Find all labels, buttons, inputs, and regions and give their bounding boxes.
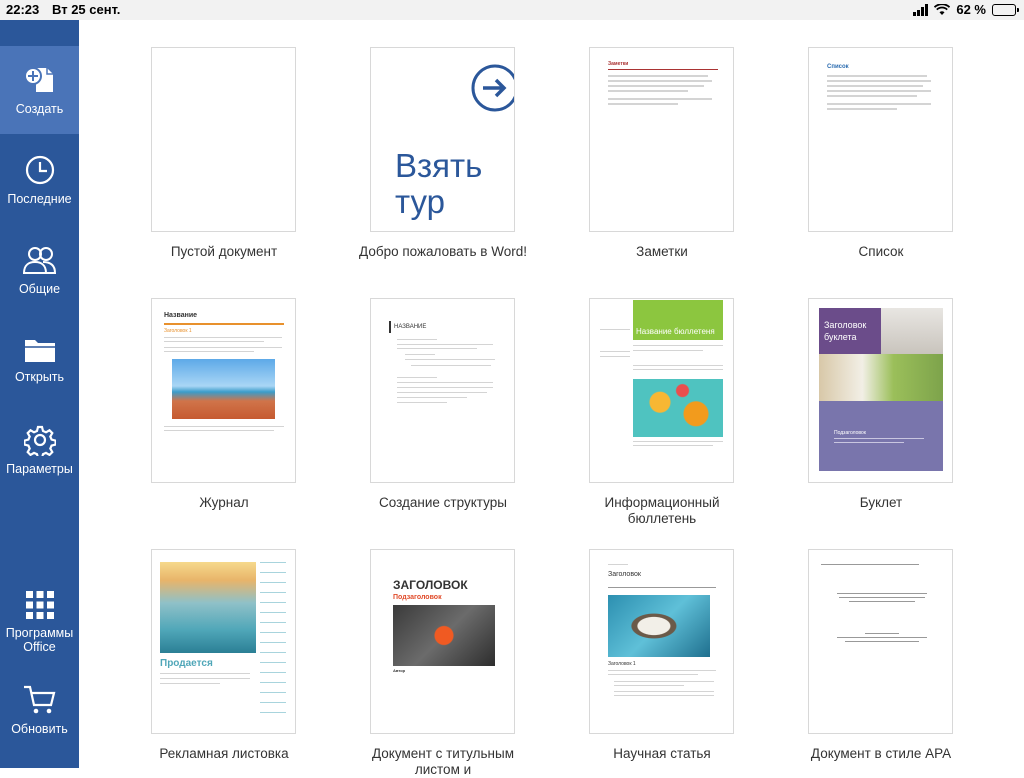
thumb-photo-boats <box>160 562 256 653</box>
sidebar-item-label: Программы Office <box>5 626 74 654</box>
template-thumbnail: Заголовок Заголовок 1 <box>589 549 734 734</box>
template-name: Информационный бюллетень <box>604 495 720 526</box>
template-thumbnail: Название Заголовок 1 <box>151 298 296 483</box>
template-thumbnail: Взять тур <box>370 47 515 232</box>
thumb-subtitle: Подзаголовок <box>834 430 866 436</box>
thumb-title: ЗАГОЛОВОК <box>393 578 468 592</box>
thumb-heading: Заголовок 1 <box>164 328 192 334</box>
new-document-icon <box>23 67 53 92</box>
sidebar-item-label: Общие <box>18 282 61 296</box>
template-name: Создание структуры <box>379 495 507 510</box>
wifi-icon <box>934 3 951 15</box>
sidebar-item-office-apps[interactable]: Программы Office <box>0 574 79 670</box>
thumb-title: Список <box>827 64 849 70</box>
gear-icon <box>23 425 56 456</box>
template-name: Научная статья <box>613 746 711 761</box>
thumb-photo-food <box>819 354 943 401</box>
apps-grid-icon <box>25 591 54 619</box>
sidebar-item-label: Параметры <box>6 462 73 476</box>
template-blank[interactable]: Пустой документ <box>151 47 296 260</box>
thumb-photo-beach <box>172 359 275 419</box>
status-time: 22:23 <box>6 2 40 17</box>
status-right: 62 % <box>913 2 1019 17</box>
template-thumbnail <box>808 549 953 734</box>
sidebar-item-open[interactable]: Открыть <box>0 316 79 404</box>
template-name: Журнал <box>199 495 249 510</box>
template-name: Список <box>858 244 904 259</box>
template-name: Документ с титульным листом и <box>371 746 514 777</box>
sidebar-item-label: Последние <box>7 192 72 206</box>
sidebar-item-label: Создать <box>15 102 64 116</box>
thumb-title: Заголовок буклета <box>824 320 867 342</box>
template-booklet[interactable]: Заголовок буклета Подзаголовок Буклет <box>808 298 953 511</box>
thumb-photo-leaf <box>393 605 495 666</box>
sidebar-item-shared[interactable]: Общие <box>0 226 79 314</box>
thumb-title: Название бюллетеня <box>636 327 715 336</box>
sidebar: Создать Последние Общие Открыть Параметр… <box>0 20 79 768</box>
clock-icon <box>25 155 54 185</box>
template-thumbnail: НАЗВАНИЕ <box>370 298 515 483</box>
thumb-photo-fruit <box>633 379 723 437</box>
thumb-photo-otter <box>608 595 710 657</box>
template-thumbnail <box>151 47 296 232</box>
template-journal[interactable]: Название Заголовок 1 Журнал <box>151 298 296 511</box>
thumb-title: Заголовок <box>608 571 641 578</box>
thumb-photo-interior <box>881 308 943 354</box>
thumb-title: НАЗВАНИЕ <box>394 324 427 330</box>
sidebar-item-recent[interactable]: Последние <box>0 136 79 224</box>
template-thumbnail: Заголовок буклета Подзаголовок <box>808 298 953 483</box>
battery-percent: 62 % <box>956 2 986 17</box>
template-welcome[interactable]: Взять тур Добро пожаловать в Word! <box>359 47 527 260</box>
template-cover-page[interactable]: ЗАГОЛОВОК Подзаголовок Автор Документ с … <box>370 549 515 778</box>
template-thumbnail: Заметки <box>589 47 734 232</box>
status-date: Вт 25 сент. <box>52 2 121 17</box>
template-thumbnail: ЗАГОЛОВОК Подзаголовок Автор <box>370 549 515 734</box>
template-thumbnail: Список <box>808 47 953 232</box>
thumb-title: Заметки <box>608 61 629 67</box>
template-name: Пустой документ <box>170 244 278 259</box>
thumb-heading: Заголовок 1 <box>608 661 636 667</box>
template-name: Документ в стиле APA <box>810 746 952 761</box>
template-name: Заметки <box>636 244 688 259</box>
sidebar-item-label: Открыть <box>14 370 65 384</box>
thumb-subtitle: Подзаголовок <box>393 594 442 601</box>
thumb-title: Название <box>164 312 198 319</box>
arrow-right-circle-icon <box>471 64 514 112</box>
sidebar-item-create[interactable]: Создать <box>0 46 79 134</box>
cart-icon <box>23 685 55 714</box>
thumb-title: Взять тур <box>395 147 483 220</box>
template-newsletter[interactable]: Название бюллетеня Информационный бюллет… <box>589 298 734 527</box>
thumb-title: Продается <box>160 658 213 669</box>
template-flyer[interactable]: Продается Рекламная листовка <box>151 549 296 762</box>
signal-icon <box>913 3 929 16</box>
thumb-slate-block <box>819 401 943 471</box>
template-name: Добро пожаловать в Word! <box>359 244 527 259</box>
thumb-author: Автор <box>393 668 406 673</box>
template-research-paper[interactable]: Заголовок Заголовок 1 Научная статья <box>589 549 734 762</box>
sidebar-item-settings[interactable]: Параметры <box>0 406 79 494</box>
people-icon <box>22 247 56 274</box>
template-name: Рекламная листовка <box>159 746 289 761</box>
template-thumbnail: Продается <box>151 549 296 734</box>
battery-icon <box>992 3 1019 16</box>
sidebar-item-label: Обновить <box>11 722 68 736</box>
template-name: Буклет <box>859 495 903 510</box>
sidebar-item-upgrade[interactable]: Обновить <box>0 666 79 754</box>
template-apa[interactable]: Документ в стиле APA <box>808 549 953 762</box>
template-outline[interactable]: НАЗВАНИЕ Создание структуры <box>370 298 515 511</box>
folder-icon <box>24 340 55 362</box>
template-thumbnail: Название бюллетеня <box>589 298 734 483</box>
template-list[interactable]: Список Список <box>808 47 953 260</box>
status-bar: 22:23 Вт 25 сент. 62 % <box>0 0 1024 20</box>
template-notes[interactable]: Заметки Заметки <box>589 47 734 260</box>
